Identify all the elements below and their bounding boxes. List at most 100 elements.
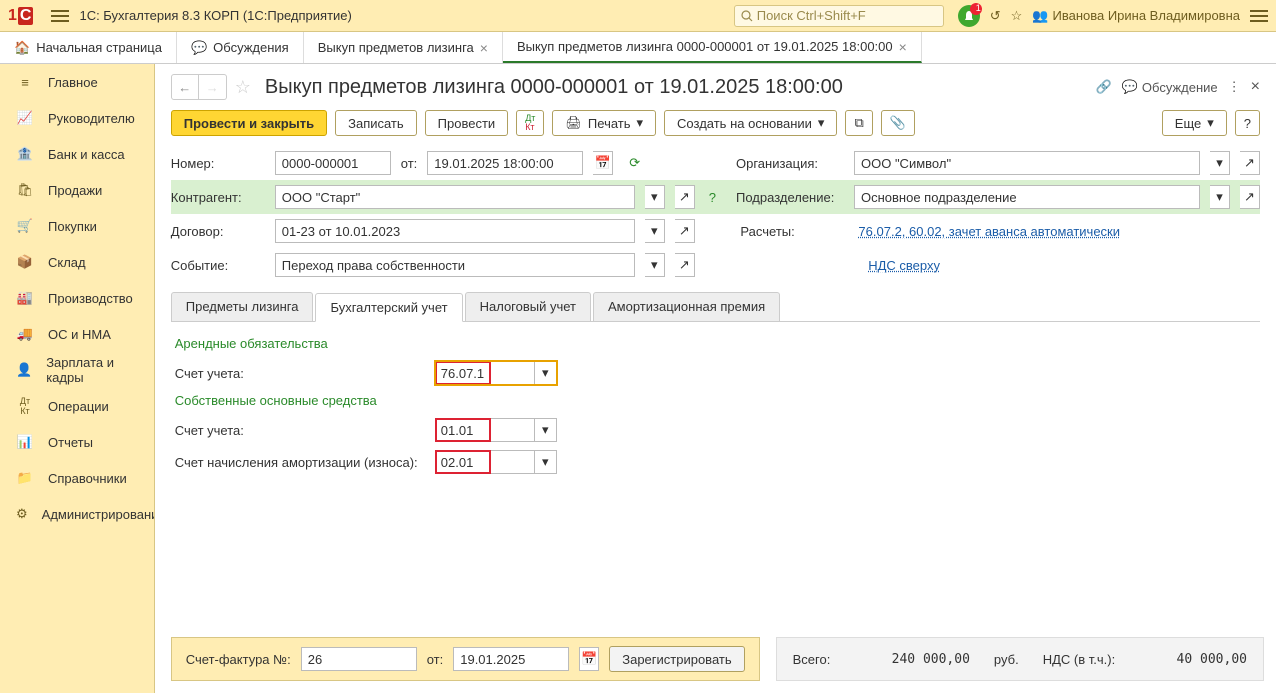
number-field[interactable]: 0000-000001 xyxy=(275,151,391,175)
sidebar-item-production[interactable]: 🏭Производство xyxy=(0,280,154,316)
sidebar-item-reports[interactable]: 📊Отчеты xyxy=(0,424,154,460)
sidebar-item-operations[interactable]: ДтКтОперации xyxy=(0,388,154,424)
settlements-link[interactable]: 76.07.2, 60.02, зачет аванса автоматичес… xyxy=(858,219,1120,243)
settlements-label: Расчеты: xyxy=(740,224,848,239)
subtab-items[interactable]: Предметы лизинга xyxy=(171,292,314,321)
footer: Счет-фактура №: 26 от: 19.01.2025 📅 Заре… xyxy=(155,637,1276,693)
division-field[interactable]: Основное подразделение xyxy=(854,185,1200,209)
invoice-label: Счет-фактура №: xyxy=(186,652,291,667)
org-dropdown[interactable]: ▾ xyxy=(1210,151,1230,175)
account1-field[interactable]: 76.07.1 xyxy=(435,361,491,385)
tab-home[interactable]: 🏠 Начальная страница xyxy=(0,32,177,63)
date-field[interactable]: 19.01.2025 18:00:00 xyxy=(427,151,583,175)
invoice-date-picker[interactable]: 📅 xyxy=(579,647,599,671)
forward-button[interactable]: → xyxy=(199,74,227,100)
amort-ext[interactable] xyxy=(491,450,535,474)
discuss-button[interactable]: 💬Обсуждение xyxy=(1122,79,1218,95)
attach-button[interactable]: 📎 xyxy=(881,110,915,136)
contract-dropdown[interactable]: ▾ xyxy=(645,219,665,243)
post-button[interactable]: Провести xyxy=(425,110,509,136)
user-menu[interactable]: 👥 Иванова Ирина Владимировна xyxy=(1032,8,1240,24)
tab-label: Обсуждения xyxy=(213,40,289,55)
tab-discuss[interactable]: 💬 Обсуждения xyxy=(177,32,304,63)
org-field[interactable]: ООО "Символ" xyxy=(854,151,1200,175)
account1-ext[interactable] xyxy=(491,361,535,385)
division-dropdown[interactable]: ▾ xyxy=(1210,185,1230,209)
account2-ext[interactable] xyxy=(491,418,535,442)
tab-label: Выкуп предметов лизинга 0000-000001 от 1… xyxy=(517,39,893,54)
account2-dropdown[interactable]: ▾ xyxy=(535,418,557,442)
history-icon[interactable]: ↺ xyxy=(990,8,1001,24)
back-button[interactable]: ← xyxy=(171,74,199,100)
amort-field[interactable]: 02.01 xyxy=(435,450,491,474)
person-icon: 👤 xyxy=(16,362,32,378)
close-icon[interactable]: × xyxy=(480,40,488,56)
global-search[interactable]: Поиск Ctrl+Shift+F xyxy=(734,5,944,27)
event-open[interactable]: ↗ xyxy=(675,253,695,277)
tab-leasing-doc[interactable]: Выкуп предметов лизинга 0000-000001 от 1… xyxy=(503,32,922,63)
sidebar-item-purchases[interactable]: 🛒Покупки xyxy=(0,208,154,244)
notifications-icon[interactable]: 1 xyxy=(958,5,980,27)
invoice-number-field[interactable]: 26 xyxy=(301,647,417,671)
sidebar-item-main[interactable]: ≡Главное xyxy=(0,64,154,100)
contract-open[interactable]: ↗ xyxy=(675,219,695,243)
sidebar-item-catalogs[interactable]: 📁Справочники xyxy=(0,460,154,496)
notif-badge: 1 xyxy=(976,3,981,13)
help-button[interactable]: ? xyxy=(1235,110,1260,136)
tab-label: Выкуп предметов лизинга xyxy=(318,40,474,55)
menu-icon[interactable] xyxy=(51,7,69,25)
refresh-icon[interactable]: ⟳ xyxy=(629,155,640,171)
event-dropdown[interactable]: ▾ xyxy=(645,253,665,277)
account1-dropdown[interactable]: ▾ xyxy=(535,361,557,385)
dtkt-icon: ДтКт xyxy=(16,396,34,416)
tabbar: 🏠 Начальная страница 💬 Обсуждения Выкуп … xyxy=(0,32,1276,64)
close-icon[interactable]: × xyxy=(1251,78,1260,96)
invoice-date-field[interactable]: 19.01.2025 xyxy=(453,647,569,671)
register-invoice-button[interactable]: Зарегистрировать xyxy=(609,646,744,672)
bank-icon: 🏦 xyxy=(16,146,34,162)
close-icon[interactable]: × xyxy=(899,39,907,55)
subtab-accounting[interactable]: Бухгалтерский учет xyxy=(315,293,462,322)
sidebar-item-admin[interactable]: ⚙Администрирование xyxy=(0,496,154,532)
counterparty-open[interactable]: ↗ xyxy=(675,185,695,209)
star-icon[interactable]: ☆ xyxy=(1011,8,1023,24)
event-field[interactable]: Переход права собственности xyxy=(275,253,635,277)
vat-link[interactable]: НДС сверху xyxy=(868,253,940,277)
more-button[interactable]: Еще▾ xyxy=(1162,110,1227,136)
subtab-bonus[interactable]: Амортизационная премия xyxy=(593,292,780,321)
counterparty-label: Контрагент: xyxy=(171,190,265,205)
save-button[interactable]: Записать xyxy=(335,110,417,136)
counterparty-help[interactable]: ? xyxy=(709,190,716,205)
link-icon[interactable]: 🔗 xyxy=(1096,79,1112,95)
org-open[interactable]: ↗ xyxy=(1240,151,1260,175)
account2-field[interactable]: 01.01 xyxy=(435,418,491,442)
tab-leasing-list[interactable]: Выкуп предметов лизинга × xyxy=(304,32,503,63)
division-open[interactable]: ↗ xyxy=(1240,185,1260,209)
structure-button[interactable]: ⧉ xyxy=(845,110,872,136)
star-icon[interactable]: ☆ xyxy=(235,77,251,98)
sidebar-item-sales[interactable]: 🛍Продажи xyxy=(0,172,154,208)
sidebar-item-salary[interactable]: 👤Зарплата и кадры xyxy=(0,352,154,388)
dtkt-button[interactable]: ДтКт xyxy=(516,110,544,136)
boxes-icon: 📦 xyxy=(16,254,34,270)
print-button[interactable]: 🖨Печать▾ xyxy=(552,110,656,136)
counterparty-dropdown[interactable]: ▾ xyxy=(645,185,665,209)
counterparty-field[interactable]: ООО "Старт" xyxy=(275,185,635,209)
post-and-close-button[interactable]: Провести и закрыть xyxy=(171,110,327,136)
right-menu-icon[interactable] xyxy=(1250,7,1268,25)
event-label: Событие: xyxy=(171,258,265,273)
date-picker-button[interactable]: 📅 xyxy=(593,151,613,175)
create-based-button[interactable]: Создать на основании▾ xyxy=(664,110,837,136)
sidebar-item-warehouse[interactable]: 📦Склад xyxy=(0,244,154,280)
chevron-down-icon: ▾ xyxy=(1207,115,1214,131)
paperclip-icon: 📎 xyxy=(890,115,906,131)
kebab-icon[interactable]: ⋮ xyxy=(1228,79,1241,95)
dtkt-icon: ДтКт xyxy=(525,114,535,132)
sidebar-item-bank[interactable]: 🏦Банк и касса xyxy=(0,136,154,172)
sidebar-item-assets[interactable]: 🚚ОС и НМА xyxy=(0,316,154,352)
contract-field[interactable]: 01-23 от 10.01.2023 xyxy=(275,219,635,243)
amort-dropdown[interactable]: ▾ xyxy=(535,450,557,474)
subtab-tax[interactable]: Налоговый учет xyxy=(465,292,591,321)
sidebar-item-manager[interactable]: 📈Руководителю xyxy=(0,100,154,136)
section-rent: Арендные обязательства xyxy=(175,336,1256,351)
